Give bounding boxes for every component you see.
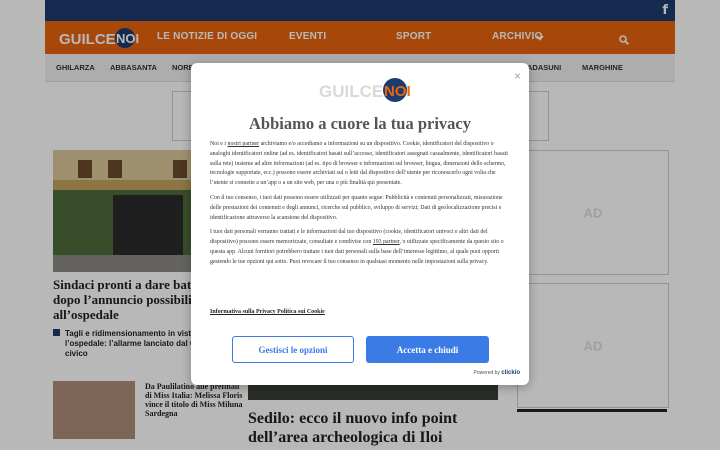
- privacy-policy-link[interactable]: Informativa sulla Privacy Politica sui C…: [210, 309, 325, 315]
- logo-text-noi: NOI: [384, 83, 411, 100]
- consent-paragraph-2: Con il tuo consenso, i tuoi dati possono…: [210, 194, 503, 221]
- partners-link[interactable]: nostri partner: [228, 141, 260, 147]
- powered-by: Powered by clickio: [474, 370, 520, 376]
- partners-count-link[interactable]: 193 partner: [373, 239, 400, 245]
- paragraph-text: archiviamo e/o accediamo a informazioni …: [210, 141, 508, 187]
- privacy-consent-dialog: × GUILCER NOI Abbiamo a cuore la tua pri…: [191, 63, 529, 385]
- consent-logo: GUILCER NOI: [319, 78, 411, 102]
- dialog-body: Noi e i nostri partner archiviamo e/o ac…: [210, 140, 510, 273]
- manage-options-button[interactable]: Gestisci le opzioni: [232, 336, 354, 363]
- close-icon[interactable]: ×: [514, 69, 521, 83]
- paragraph-text: Noi e i: [210, 141, 228, 147]
- powered-by-label: Powered by: [473, 370, 500, 376]
- consent-paragraph-1: Noi e i nostri partner archiviamo e/o ac…: [210, 140, 510, 189]
- dialog-title: Abbiamo a cuore la tua privacy: [249, 114, 471, 133]
- clickio-brand[interactable]: clickio: [501, 370, 520, 376]
- accept-and-close-button[interactable]: Accetta e chiudi: [366, 336, 489, 363]
- consent-paragraph-3: I tuoi dati personali verranno trattati …: [210, 228, 510, 267]
